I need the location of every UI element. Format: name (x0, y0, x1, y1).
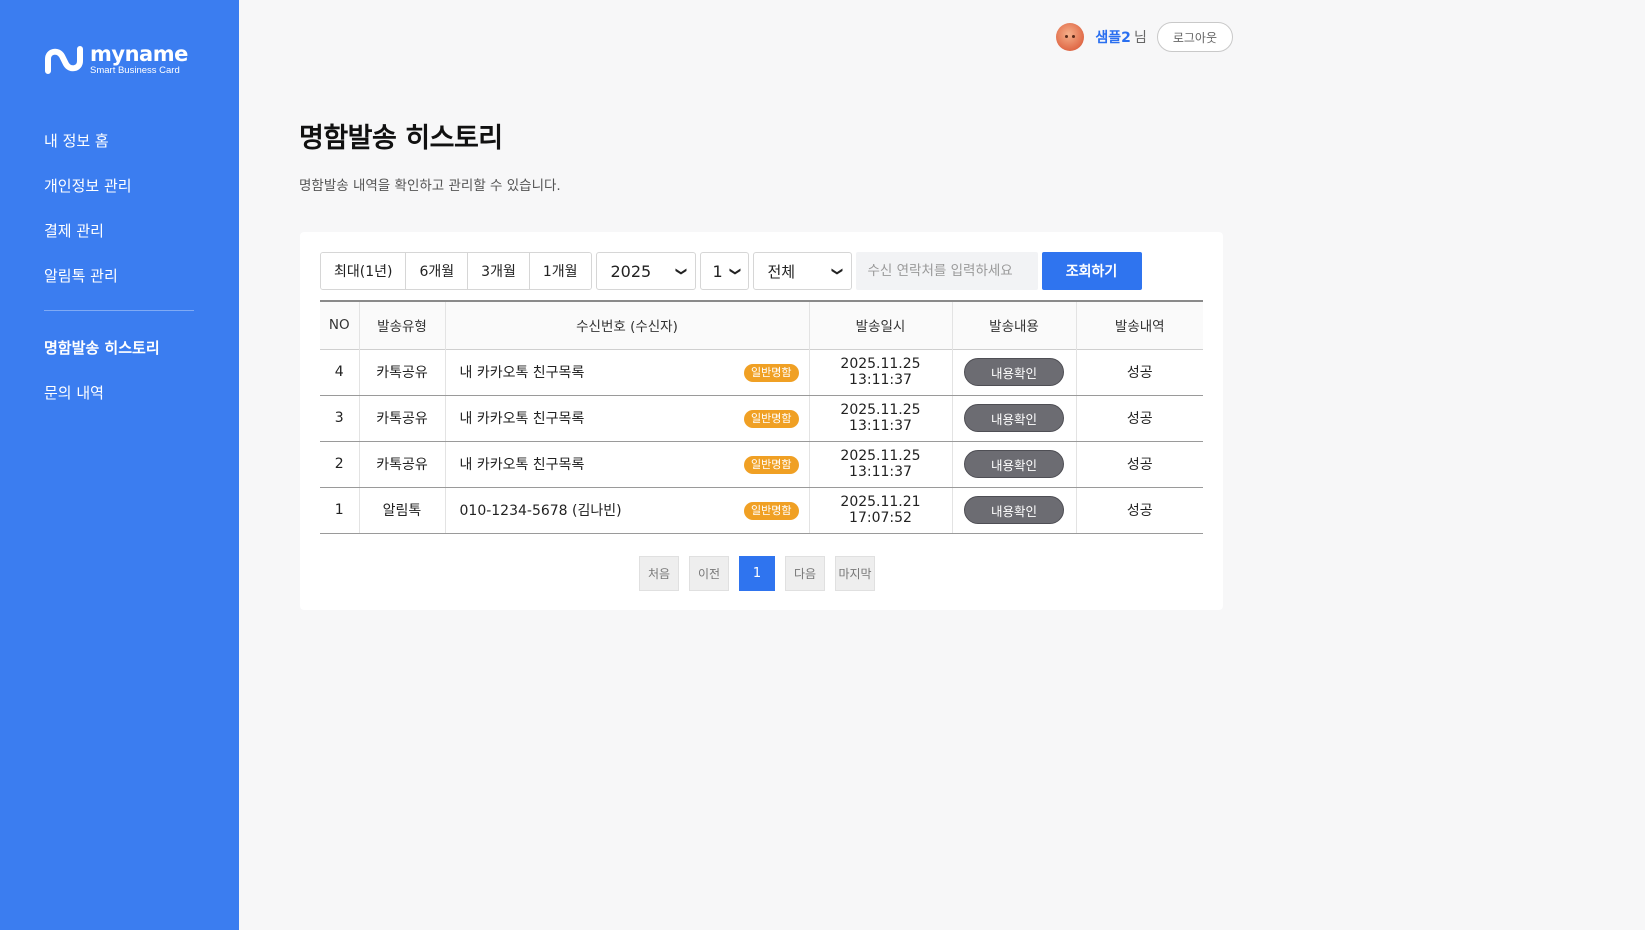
sidebar-item-my-home[interactable]: 내 정보 홈 (44, 126, 194, 171)
search-button[interactable]: 조회하기 (1041, 252, 1142, 290)
chevron-down-icon: ❯ (831, 266, 845, 276)
brand-logo[interactable]: myname Smart Business Card (44, 44, 188, 76)
row-date: 2025.11.25 13:11:37 (809, 395, 953, 442)
view-content-button[interactable]: 내용확인 (964, 358, 1064, 386)
row-content-cell: 내용확인 (952, 349, 1077, 396)
row-no: 2 (320, 441, 360, 488)
col-header-content: 발송내용 (952, 301, 1077, 349)
row-no: 4 (320, 349, 360, 396)
period-3months-button[interactable]: 3개월 (468, 253, 530, 289)
table-row: 2 카톡공유 내 카카오톡 친구목록 일반명함 2025.11.25 13:11… (320, 441, 1203, 488)
brand-name: myname (90, 42, 188, 66)
page-description: 명함발송 내역을 확인하고 관리할 수 있습니다. (299, 178, 561, 194)
table-row: 3 카톡공유 내 카카오톡 친구목록 일반명함 2025.11.25 13:11… (320, 395, 1203, 442)
col-header-type: 발송유형 (359, 301, 446, 349)
history-table: NO 발송유형 수신번호 (수신자) 발송일시 발송내용 발송내역 4 카톡공유… (320, 300, 1203, 534)
col-header-result: 발송내역 (1114, 319, 1165, 336)
row-content-cell: 내용확인 (952, 441, 1077, 488)
avatar (1056, 23, 1085, 51)
table-row: 4 카톡공유 내 카카오톡 친구목록 일반명함 2025.11.25 13:11… (320, 349, 1203, 396)
pagination-first-button[interactable]: 처음 (639, 556, 679, 591)
period-6months-button[interactable]: 6개월 (406, 253, 469, 289)
period-1year-button[interactable]: 최대(1년) (321, 253, 407, 289)
row-receiver: 010-1234-5678 (김나빈) (459, 503, 622, 519)
year-select[interactable]: 2025 ❯ (595, 252, 696, 290)
row-no: 1 (320, 487, 360, 534)
card-type-badge: 일반명함 (744, 409, 799, 428)
month-select[interactable]: 1 ❯ (699, 252, 749, 290)
month-select-value: 1 (712, 261, 723, 281)
card-type-badge: 일반명함 (744, 501, 799, 520)
table-header-row: NO 발송유형 수신번호 (수신자) 발송일시 발송내용 발송내역 (320, 301, 1203, 349)
pagination-next-button[interactable]: 다음 (785, 556, 825, 591)
sidebar-item-alimtalk[interactable]: 알림톡 관리 (44, 261, 194, 306)
table-row: 1 알림톡 010-1234-5678 (김나빈) 일반명함 2025.11.2… (320, 487, 1203, 534)
card-type-badge: 일반명함 (744, 363, 799, 382)
view-content-button[interactable]: 내용확인 (964, 450, 1064, 478)
chevron-down-icon: ❯ (728, 266, 742, 276)
row-type: 카톡공유 (359, 349, 446, 396)
page-title: 명함발송 히스토리 (299, 123, 503, 154)
col-header-date: 발송일시 (809, 301, 953, 349)
sidebar-nav: 내 정보 홈 개인정보 관리 결제 관리 알림톡 관리 명함발송 히스토리 문의… (44, 126, 194, 423)
sidebar: myname Smart Business Card 내 정보 홈 개인정보 관… (0, 0, 239, 930)
user-name-suffix: 님 (1133, 30, 1147, 46)
row-result: 성공 (1076, 395, 1203, 442)
row-date: 2025.11.25 13:11:37 (809, 441, 953, 488)
contact-search-input[interactable] (855, 252, 1038, 290)
row-receiver: 내 카카오톡 친구목록 (459, 457, 585, 473)
row-date: 2025.11.25 13:11:37 (809, 349, 953, 396)
chevron-down-icon: ❯ (675, 266, 689, 276)
row-receiver-cell: 내 카카오톡 친구목록 일반명함 (445, 395, 810, 442)
sidebar-item-personal-info[interactable]: 개인정보 관리 (44, 171, 194, 216)
row-receiver: 내 카카오톡 친구목록 (459, 365, 585, 381)
type-select[interactable]: 전체 ❯ (752, 252, 852, 290)
user-bar: 샘플2 님 로그아웃 (1056, 22, 1233, 52)
period-1month-button[interactable]: 1개월 (529, 253, 591, 289)
row-type: 카톡공유 (359, 441, 446, 488)
card-type-badge: 일반명함 (744, 455, 799, 474)
logo-mark-icon (45, 45, 83, 74)
row-result: 성공 (1076, 487, 1203, 534)
pagination-last-button[interactable]: 마지막 (835, 556, 875, 591)
row-type: 알림톡 (359, 487, 446, 534)
row-receiver: 내 카카오톡 친구목록 (459, 411, 585, 427)
pagination-page-current[interactable]: 1 (739, 556, 775, 591)
sidebar-item-payment[interactable]: 결제 관리 (44, 216, 194, 261)
sidebar-item-inquiries[interactable]: 문의 내역 (44, 378, 194, 423)
row-content-cell: 내용확인 (952, 487, 1077, 534)
sidebar-divider (44, 310, 194, 311)
view-content-button[interactable]: 내용확인 (964, 496, 1064, 524)
pagination: 처음 이전 1 다음 마지막 (639, 556, 875, 591)
row-result: 성공 (1076, 349, 1203, 396)
brand-tagline: Smart Business Card (90, 65, 180, 76)
pagination-prev-button[interactable]: 이전 (689, 556, 729, 591)
row-result: 성공 (1076, 441, 1203, 488)
row-no: 3 (320, 395, 360, 442)
sidebar-item-card-history[interactable]: 명함발송 히스토리 (44, 333, 194, 378)
row-receiver-cell: 010-1234-5678 (김나빈) 일반명함 (445, 487, 810, 534)
row-content-cell: 내용확인 (952, 395, 1077, 442)
user-name: 샘플2 (1095, 30, 1131, 46)
col-header-receiver: 수신번호 (수신자) (445, 301, 810, 349)
year-select-value: 2025 (610, 261, 652, 281)
period-toggle-group: 최대(1년) 6개월 3개월 1개월 (320, 252, 592, 290)
col-header-no: NO (320, 301, 360, 349)
row-date: 2025.11.21 17:07:52 (809, 487, 953, 534)
row-type: 카톡공유 (359, 395, 446, 442)
logout-button[interactable]: 로그아웃 (1156, 22, 1233, 52)
history-card: 최대(1년) 6개월 3개월 1개월 2025 ❯ 1 ❯ 전체 ❯ 조회하기 … (300, 232, 1223, 610)
row-receiver-cell: 내 카카오톡 친구목록 일반명함 (445, 349, 810, 396)
type-select-value: 전체 (767, 262, 796, 281)
filter-bar: 최대(1년) 6개월 3개월 1개월 2025 ❯ 1 ❯ 전체 ❯ 조회하기 (320, 252, 1142, 290)
logo-text: myname Smart Business Card (90, 44, 188, 76)
view-content-button[interactable]: 내용확인 (964, 404, 1064, 432)
row-receiver-cell: 내 카카오톡 친구목록 일반명함 (445, 441, 810, 488)
